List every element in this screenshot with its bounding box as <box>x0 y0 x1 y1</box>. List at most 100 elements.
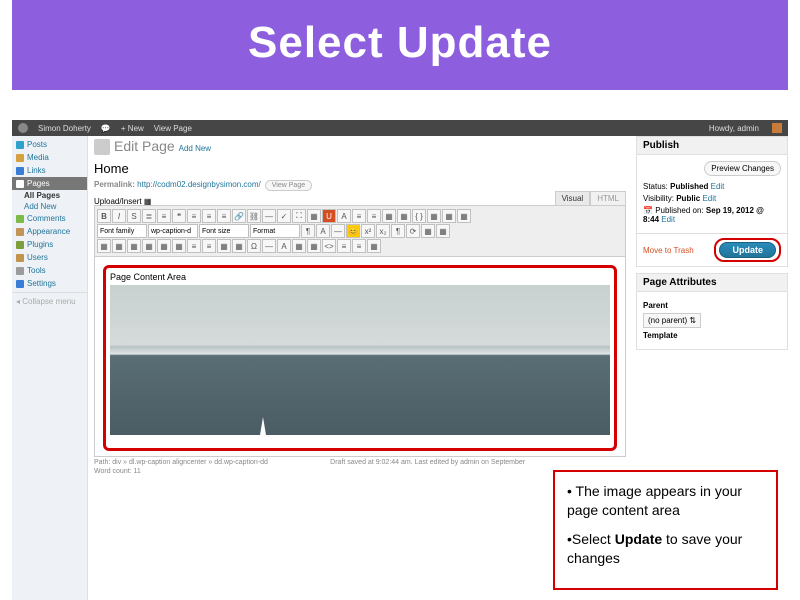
tab-visual[interactable]: Visual <box>555 191 591 206</box>
row2-b9[interactable]: ▦ <box>436 224 450 238</box>
ul-button[interactable]: ≣ <box>142 209 156 223</box>
collapse-menu[interactable]: ◂ Collapse menu <box>12 292 87 310</box>
unlink-button[interactable]: ⛓ <box>247 209 261 223</box>
align-left-button[interactable]: ≡ <box>187 209 201 223</box>
fullscreen-button[interactable]: ⛶ <box>292 209 306 223</box>
sidebar-item-comments[interactable]: Comments <box>12 212 87 225</box>
y-button[interactable]: ≡ <box>367 209 381 223</box>
bold-button[interactable]: B <box>97 209 111 223</box>
code-button[interactable]: { } <box>412 209 426 223</box>
row2-b2[interactable]: A <box>316 224 330 238</box>
row3-b8[interactable]: ≡ <box>202 239 216 253</box>
format-select[interactable]: Format <box>250 224 300 238</box>
row3-b17[interactable]: ≡ <box>337 239 351 253</box>
row3-b10[interactable]: ▦ <box>232 239 246 253</box>
editor-path: Path: div » dl.wp-caption aligncenter » … <box>94 459 626 466</box>
spell-button[interactable]: ✓ <box>277 209 291 223</box>
row3-b13[interactable]: A <box>277 239 291 253</box>
sidebar-sub-add-new[interactable]: Add New <box>12 201 87 212</box>
img-button[interactable]: ▦ <box>397 209 411 223</box>
publish-heading: Publish <box>637 137 787 155</box>
row3-b18[interactable]: ≡ <box>352 239 366 253</box>
sidebar-item-tools[interactable]: Tools <box>12 264 87 277</box>
sidebar-item-users[interactable]: Users <box>12 251 87 264</box>
add-new-link[interactable]: Add New <box>179 144 211 153</box>
row2-b7[interactable]: ⟳ <box>406 224 420 238</box>
sidebar-item-plugins[interactable]: Plugins <box>12 238 87 251</box>
align-center-button[interactable]: ≡ <box>202 209 216 223</box>
edit-date-link[interactable]: Edit <box>661 215 675 224</box>
row3-b14[interactable]: ▦ <box>292 239 306 253</box>
row3-b12[interactable]: — <box>262 239 276 253</box>
kitchensink-button[interactable]: ▦ <box>307 209 321 223</box>
font-family-select[interactable]: Font family <box>97 224 147 238</box>
z-button[interactable]: ▦ <box>382 209 396 223</box>
row3-b3[interactable]: ▦ <box>127 239 141 253</box>
sidebar-item-appearance[interactable]: Appearance <box>12 225 87 238</box>
sidebar-item-settings[interactable]: Settings <box>12 277 87 290</box>
sidebar-item-posts[interactable]: Posts <box>12 138 87 151</box>
font-size-select[interactable]: Font size <box>199 224 249 238</box>
highlight-button[interactable]: 😊 <box>346 224 360 238</box>
visibility-label: Visibility: <box>643 194 674 203</box>
align-right-button[interactable]: ≡ <box>217 209 231 223</box>
permalink-url[interactable]: http://codm02.designbysimon.com/ <box>137 180 261 189</box>
sidebar-sub-all-pages[interactable]: All Pages <box>12 190 87 201</box>
row3-b2[interactable]: ▦ <box>112 239 126 253</box>
row2-b1[interactable]: ¶ <box>301 224 315 238</box>
ol-button[interactable]: ≡ <box>157 209 171 223</box>
row2-b5[interactable]: x₂ <box>376 224 390 238</box>
site-name[interactable]: Simon Doherty <box>38 124 91 133</box>
row3-b4[interactable]: ▦ <box>142 239 156 253</box>
row2-b6[interactable]: ¶ <box>391 224 405 238</box>
avatar[interactable] <box>772 123 782 133</box>
row3-b16[interactable]: <> <box>322 239 336 253</box>
publish-box: Publish Preview Changes Status: Publishe… <box>636 136 788 267</box>
content-caption: Page Content Area <box>110 272 610 282</box>
tools-icon <box>16 267 24 275</box>
sidebar-item-media[interactable]: Media <box>12 151 87 164</box>
view-page-button[interactable]: View Page <box>265 180 312 191</box>
italic-button[interactable]: I <box>112 209 126 223</box>
howdy-user[interactable]: Howdy, admin <box>709 124 759 133</box>
ul-color-button[interactable]: U <box>322 209 336 223</box>
update-button[interactable]: Update <box>719 242 776 258</box>
caption-style-select[interactable]: wp-caption-d <box>148 224 198 238</box>
wordpress-logo-icon[interactable] <box>18 123 28 133</box>
row3-b19[interactable]: ▦ <box>367 239 381 253</box>
inserted-image[interactable] <box>110 285 610 435</box>
table-button[interactable]: ▦ <box>427 209 441 223</box>
content-editor[interactable]: Page Content Area <box>94 257 626 457</box>
tab-html[interactable]: HTML <box>590 191 626 206</box>
add-media-icon[interactable]: ▦ <box>144 197 152 206</box>
strike-button[interactable]: S <box>127 209 141 223</box>
edit-visibility-link[interactable]: Edit <box>702 194 716 203</box>
quote-button[interactable]: ❝ <box>172 209 186 223</box>
link-button[interactable]: 🔗 <box>232 209 246 223</box>
move-to-trash-link[interactable]: Move to Trash <box>643 246 694 255</box>
parent-select[interactable]: (no parent) ⇅ <box>643 313 701 328</box>
abc-button[interactable]: A <box>337 209 351 223</box>
sidebar-item-pages[interactable]: Pages <box>12 177 87 190</box>
row3-b6[interactable]: ▦ <box>172 239 186 253</box>
row3-b11[interactable]: Ω <box>247 239 261 253</box>
row3-b9[interactable]: ▦ <box>217 239 231 253</box>
sidebar-item-links[interactable]: Links <box>12 164 87 177</box>
more-button[interactable]: — <box>262 209 276 223</box>
row3-b1[interactable]: ▦ <box>97 239 111 253</box>
view-page-link[interactable]: View Page <box>154 124 192 133</box>
page-title-input[interactable]: Home <box>94 161 626 176</box>
t2-button[interactable]: ▦ <box>442 209 456 223</box>
speech-bubble-icon[interactable]: 💬 <box>101 124 111 133</box>
row2-b4[interactable]: x² <box>361 224 375 238</box>
t3-button[interactable]: ▦ <box>457 209 471 223</box>
edit-status-link[interactable]: Edit <box>711 182 725 191</box>
x-button[interactable]: ≡ <box>352 209 366 223</box>
new-menu[interactable]: + New <box>121 124 144 133</box>
row3-b15[interactable]: ▦ <box>307 239 321 253</box>
row2-b8[interactable]: ▦ <box>421 224 435 238</box>
row3-b5[interactable]: ▦ <box>157 239 171 253</box>
preview-changes-button[interactable]: Preview Changes <box>704 161 781 176</box>
row3-b7[interactable]: ≡ <box>187 239 201 253</box>
row2-b3[interactable]: — <box>331 224 345 238</box>
